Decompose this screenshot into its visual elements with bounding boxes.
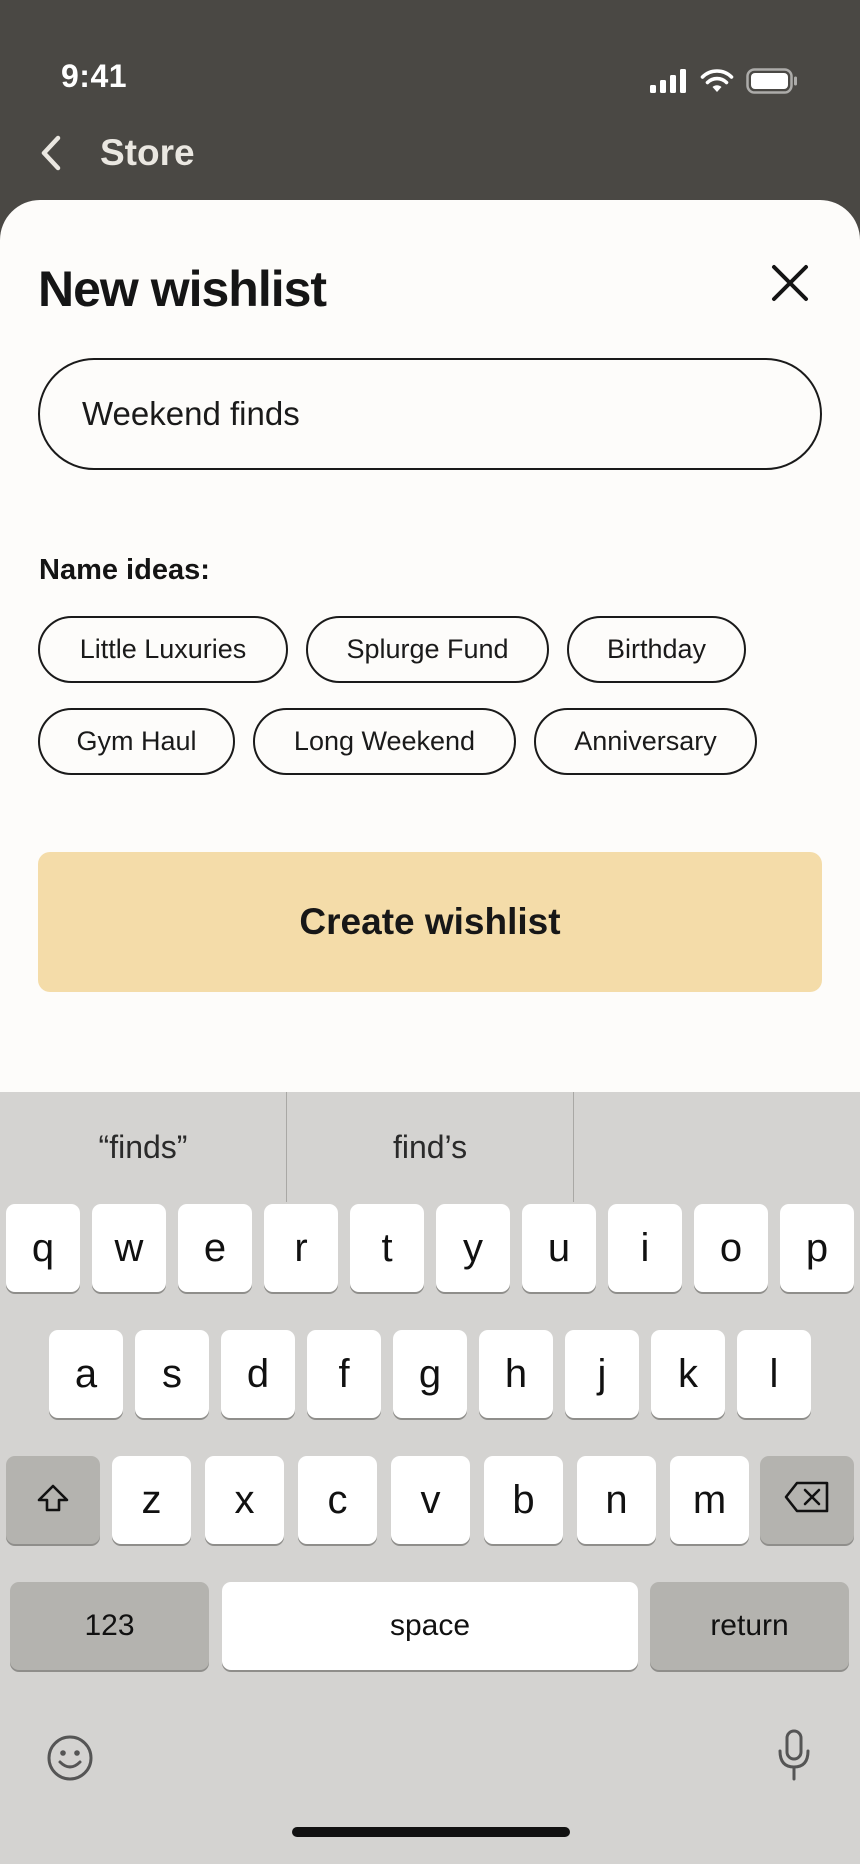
chevron-left-icon <box>40 133 70 173</box>
battery-icon <box>746 68 798 99</box>
idea-chip-birthday[interactable]: Birthday <box>567 616 746 683</box>
key-v[interactable]: v <box>391 1456 470 1544</box>
key-g[interactable]: g <box>393 1330 467 1418</box>
name-ideas-row-2: Gym Haul Long Weekend Anniversary <box>38 708 757 775</box>
wishlist-name-input[interactable] <box>38 358 822 470</box>
wifi-icon <box>700 68 734 99</box>
key-q[interactable]: q <box>6 1204 80 1292</box>
emoji-icon[interactable] <box>44 1732 96 1784</box>
key-h[interactable]: h <box>479 1330 553 1418</box>
key-i[interactable]: i <box>608 1204 682 1292</box>
suggestion-1[interactable]: “finds” <box>0 1092 286 1202</box>
key-b[interactable]: b <box>484 1456 563 1544</box>
idea-chip-little-luxuries[interactable]: Little Luxuries <box>38 616 288 683</box>
microphone-icon[interactable] <box>770 1726 818 1784</box>
nav-back-button[interactable]: Store <box>40 128 195 178</box>
shift-icon <box>36 1478 70 1523</box>
sheet-title: New wishlist <box>38 261 327 317</box>
key-j[interactable]: j <box>565 1330 639 1418</box>
predictive-bar: “finds” find’s <box>0 1092 860 1202</box>
key-l[interactable]: l <box>737 1330 811 1418</box>
key-x[interactable]: x <box>205 1456 284 1544</box>
idea-chip-anniversary[interactable]: Anniversary <box>534 708 757 775</box>
key-y[interactable]: y <box>436 1204 510 1292</box>
key-p[interactable]: p <box>780 1204 854 1292</box>
key-c[interactable]: c <box>298 1456 377 1544</box>
return-key[interactable]: return <box>650 1582 849 1670</box>
backspace-icon <box>784 1478 830 1523</box>
name-ideas-label: Name ideas: <box>39 554 210 586</box>
key-r[interactable]: r <box>264 1204 338 1292</box>
key-u[interactable]: u <box>522 1204 596 1292</box>
close-button[interactable] <box>768 262 812 306</box>
numbers-key[interactable]: 123 <box>10 1582 209 1670</box>
key-w[interactable]: w <box>92 1204 166 1292</box>
name-ideas-row-1: Little Luxuries Splurge Fund Birthday <box>38 616 746 683</box>
home-indicator <box>292 1827 570 1837</box>
create-wishlist-button[interactable]: Create wishlist <box>38 852 822 992</box>
suggestion-2[interactable]: find’s <box>287 1092 573 1202</box>
key-m[interactable]: m <box>670 1456 749 1544</box>
key-n[interactable]: n <box>577 1456 656 1544</box>
keyboard: “finds” find’s q w e r t y u i o p a s d… <box>0 1092 860 1864</box>
idea-chip-long-weekend[interactable]: Long Weekend <box>253 708 516 775</box>
key-f[interactable]: f <box>307 1330 381 1418</box>
idea-chip-gym-haul[interactable]: Gym Haul <box>38 708 235 775</box>
new-wishlist-sheet: New wishlist Name ideas: Little Luxuries… <box>0 200 860 1100</box>
key-z[interactable]: z <box>112 1456 191 1544</box>
key-o[interactable]: o <box>694 1204 768 1292</box>
key-s[interactable]: s <box>135 1330 209 1418</box>
status-bar: 9:41 <box>0 0 860 120</box>
key-d[interactable]: d <box>221 1330 295 1418</box>
signal-icon <box>650 69 688 98</box>
key-t[interactable]: t <box>350 1204 424 1292</box>
key-e[interactable]: e <box>178 1204 252 1292</box>
idea-chip-splurge-fund[interactable]: Splurge Fund <box>306 616 549 683</box>
shift-key[interactable] <box>6 1456 100 1544</box>
backspace-key[interactable] <box>760 1456 854 1544</box>
status-icons <box>650 68 798 99</box>
key-k[interactable]: k <box>651 1330 725 1418</box>
nav-back-label: Store <box>100 132 195 173</box>
suggestion-3[interactable] <box>574 1092 860 1202</box>
key-a[interactable]: a <box>49 1330 123 1418</box>
status-time: 9:41 <box>61 58 128 94</box>
close-icon <box>770 263 810 306</box>
space-key[interactable]: space <box>222 1582 638 1670</box>
